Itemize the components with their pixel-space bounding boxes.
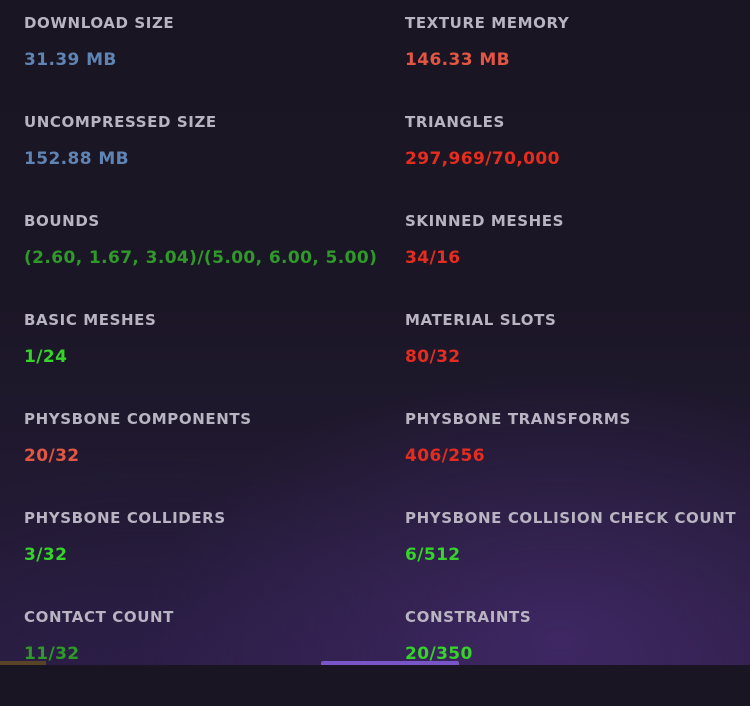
stat-constraints: CONSTRAINTS 20/350 [405,607,750,706]
stat-label: TEXTURE MEMORY [405,14,570,32]
performance-stats-grid: DOWNLOAD SIZE 31.39 MB TEXTURE MEMORY 14… [24,13,750,706]
stat-value: 152.88 MB [24,149,129,169]
stat-value: 1/24 [24,347,68,367]
stat-label: CONSTRAINTS [405,608,532,626]
corner-decoration [0,661,46,665]
stat-label: SKINNED MESHES [405,212,565,230]
stat-bounds: BOUNDS (2.60, 1.67, 3.04)/(5.00, 6.00, 5… [24,211,405,310]
stat-value: 31.39 MB [24,50,117,70]
stat-triangles: TRIANGLES 297,969/70,000 [405,112,750,211]
stat-physbone-collision-check-count: PHYSBONE COLLISION CHECK COUNT 6/512 [405,508,750,607]
stat-value: 146.33 MB [405,50,510,70]
stat-value: 297,969/70,000 [405,149,560,169]
stat-label: BASIC MESHES [24,311,157,329]
scroll-indicator[interactable] [321,661,459,665]
stat-value: 80/32 [405,347,461,367]
stat-label: CONTACT COUNT [24,608,174,626]
stat-physbone-colliders: PHYSBONE COLLIDERS 3/32 [24,508,405,607]
stat-value: 34/16 [405,248,461,268]
stat-value: 20/32 [24,446,80,466]
stat-value: (2.60, 1.67, 3.04)/(5.00, 6.00, 5.00) [24,248,378,268]
stat-value: 6/512 [405,545,461,565]
stat-label: TRIANGLES [405,113,505,131]
stat-label: PHYSBONE COLLISION CHECK COUNT [405,509,737,527]
stat-basic-meshes: BASIC MESHES 1/24 [24,310,405,409]
stat-download-size: DOWNLOAD SIZE 31.39 MB [24,13,405,112]
stat-contact-count: CONTACT COUNT 11/32 [24,607,405,706]
stat-label: BOUNDS [24,212,100,230]
stat-physbone-components: PHYSBONE COMPONENTS 20/32 [24,409,405,508]
stat-label: PHYSBONE COLLIDERS [24,509,226,527]
stat-value: 406/256 [405,446,485,466]
stat-skinned-meshes: SKINNED MESHES 34/16 [405,211,750,310]
stat-uncompressed-size: UNCOMPRESSED SIZE 152.88 MB [24,112,405,211]
stat-value: 3/32 [24,545,68,565]
stat-label: MATERIAL SLOTS [405,311,557,329]
stat-material-slots: MATERIAL SLOTS 80/32 [405,310,750,409]
stat-label: UNCOMPRESSED SIZE [24,113,217,131]
stat-label: PHYSBONE TRANSFORMS [405,410,631,428]
stat-texture-memory: TEXTURE MEMORY 146.33 MB [405,13,750,112]
stat-label: DOWNLOAD SIZE [24,14,175,32]
stat-label: PHYSBONE COMPONENTS [24,410,252,428]
stat-physbone-transforms: PHYSBONE TRANSFORMS 406/256 [405,409,750,508]
